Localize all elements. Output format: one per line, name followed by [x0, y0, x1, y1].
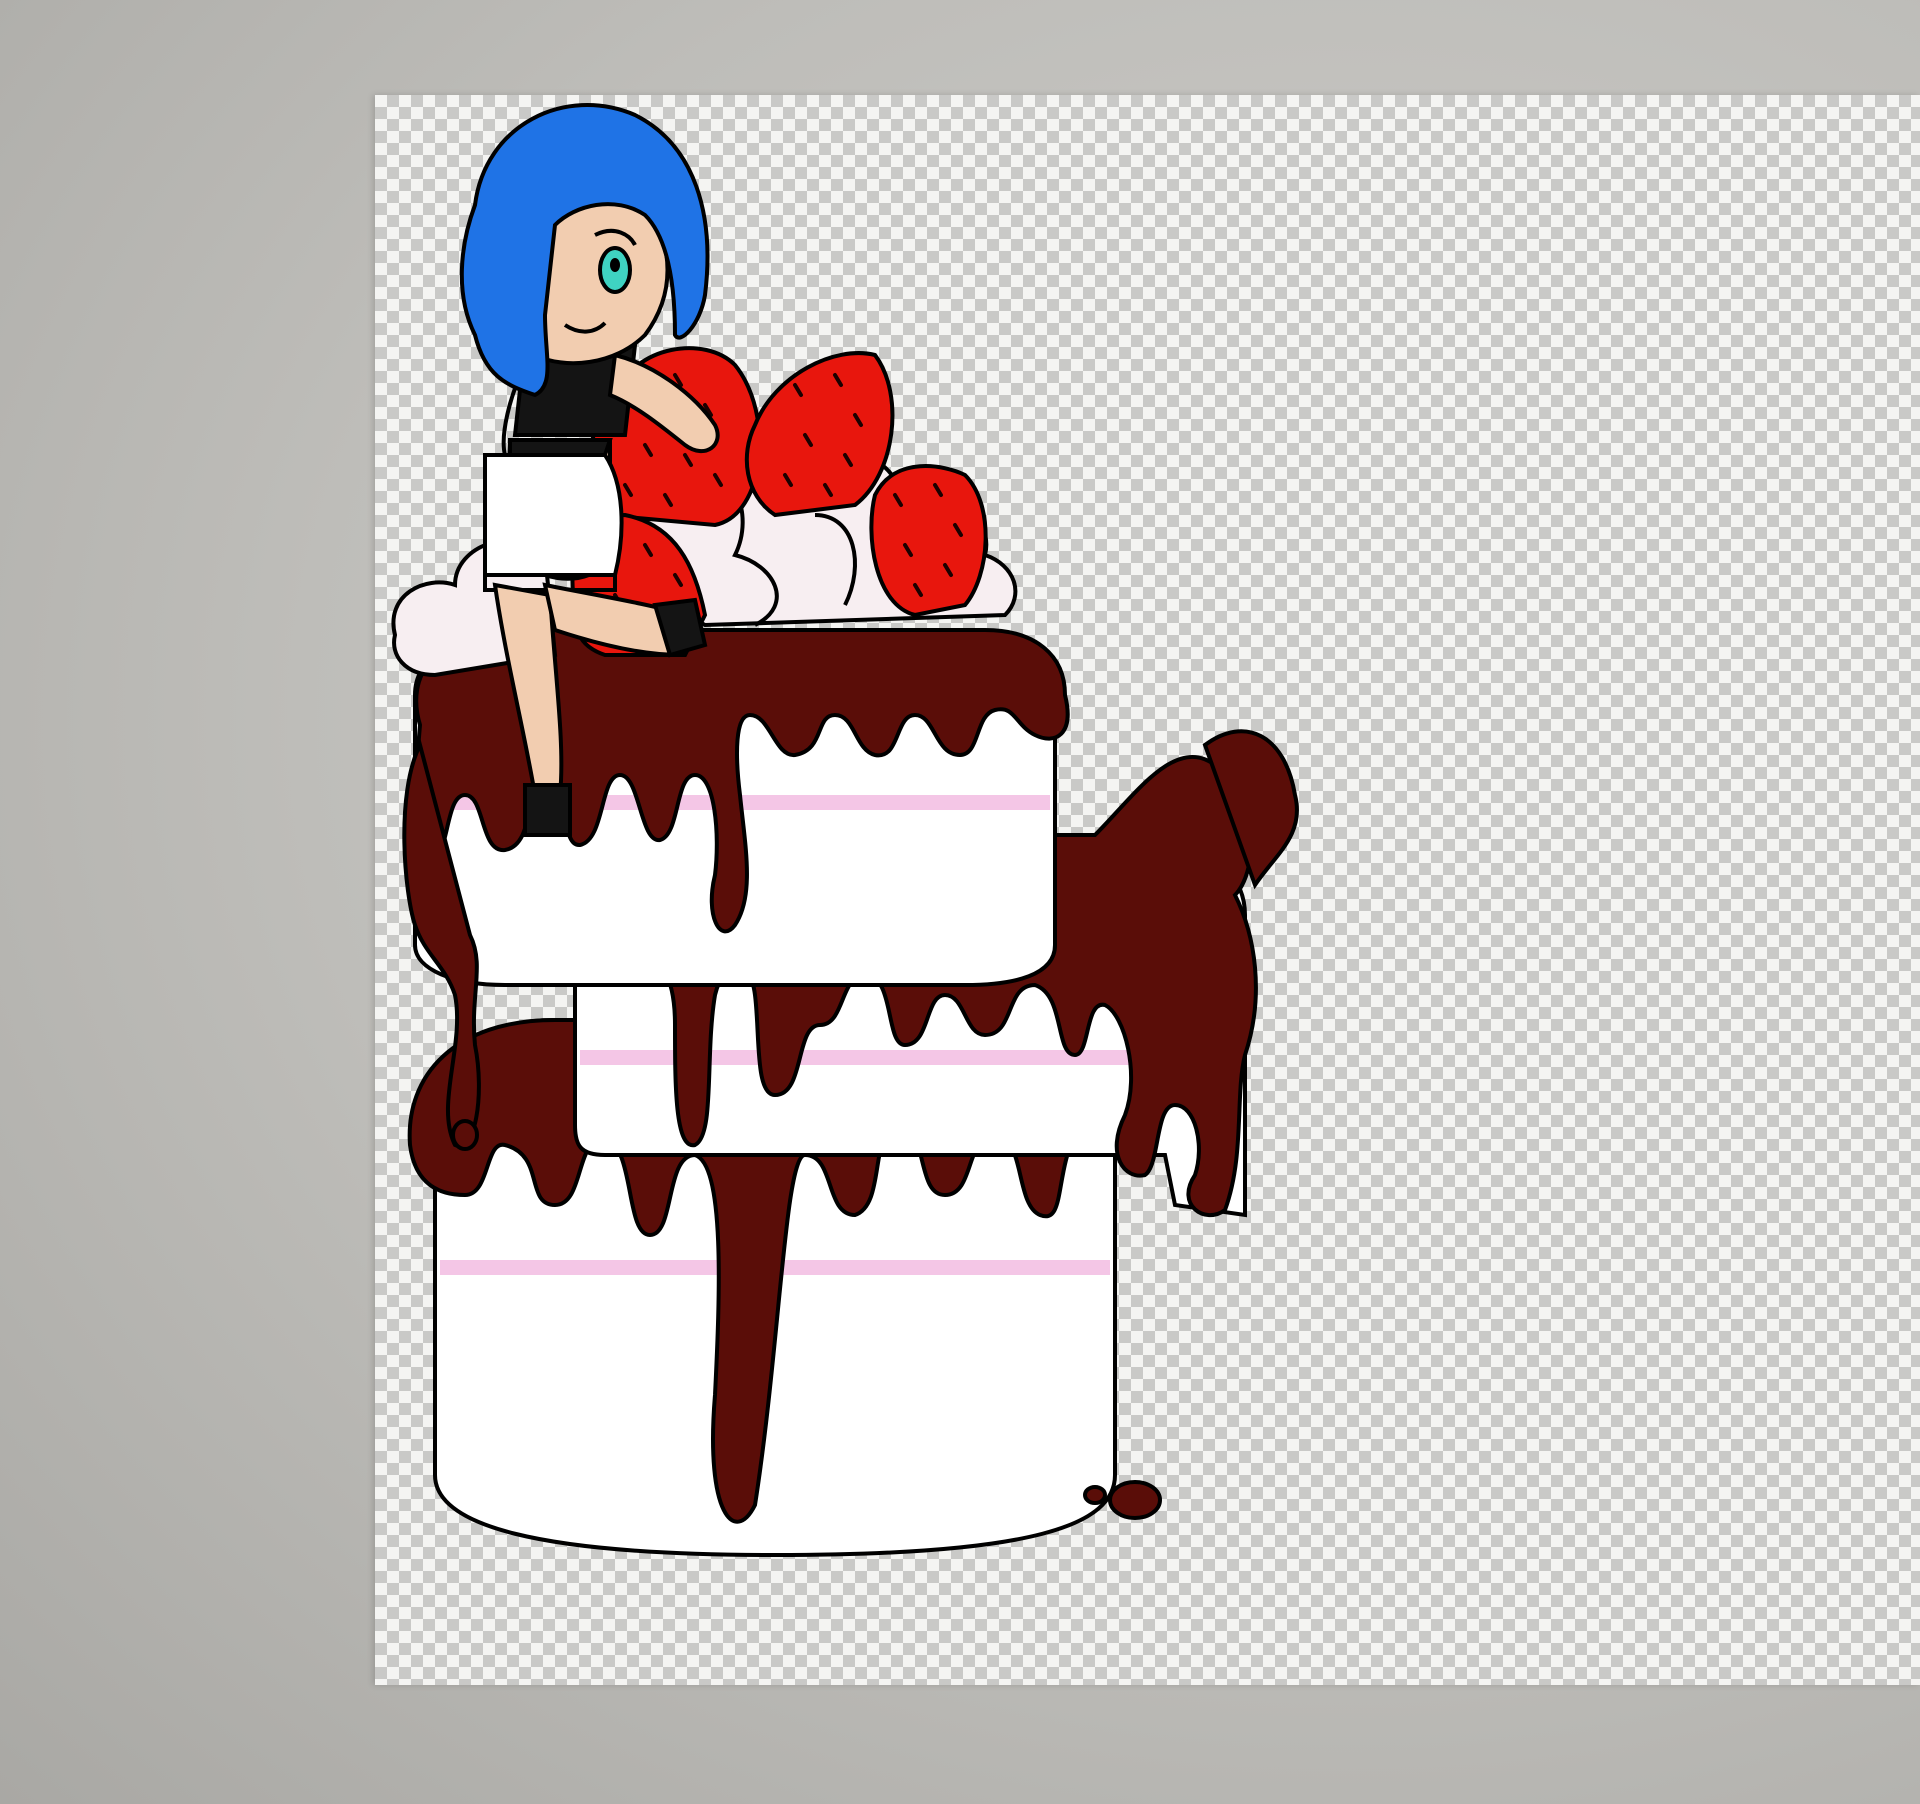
editor-workspace: [0, 0, 1920, 1804]
drawing-canvas[interactable]: [375, 95, 1920, 1685]
cake-girl-artwork: [391, 103, 1299, 1558]
